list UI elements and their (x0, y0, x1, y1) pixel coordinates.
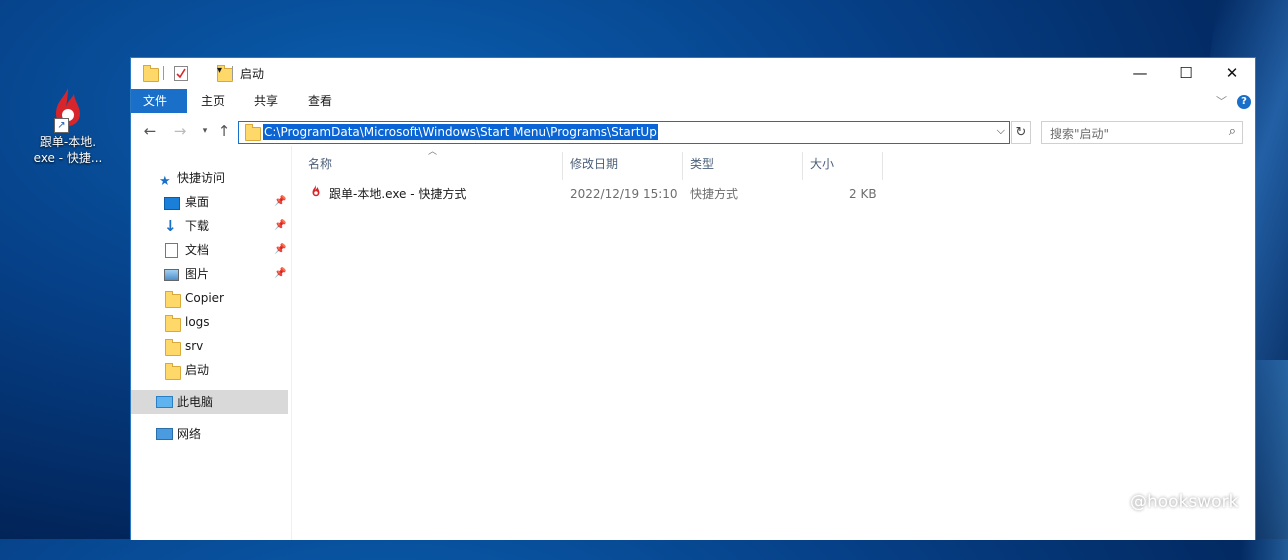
help-icon[interactable]: ? (1237, 95, 1251, 109)
column-modified[interactable]: 修改日期 (563, 152, 683, 180)
nav-item-copier[interactable]: Copier (131, 286, 288, 310)
computer-icon (156, 396, 173, 408)
address-path[interactable]: C:\ProgramData\Microsoft\Windows\Start M… (263, 124, 658, 140)
picture-icon (164, 269, 179, 281)
document-icon (165, 243, 178, 258)
desktop-shortcut[interactable]: ↗ 跟单-本地. exe - 快捷... (28, 84, 108, 166)
nav-label: Copier (185, 291, 224, 305)
search-input[interactable]: 搜索"启动" ⌕ (1041, 121, 1243, 144)
recent-locations-chevron-icon[interactable]: ▾ (196, 126, 214, 136)
address-bar[interactable]: C:\ProgramData\Microsoft\Windows\Start M… (238, 121, 1010, 144)
tab-home[interactable]: 主页 (189, 89, 237, 113)
refresh-icon[interactable]: ↻ (1011, 121, 1031, 144)
pane-divider[interactable] (291, 146, 292, 540)
folder-icon (143, 65, 159, 82)
separator (232, 66, 233, 80)
up-arrow-icon[interactable]: ↑ (215, 122, 233, 140)
star-icon: ★ (159, 174, 171, 189)
tab-share[interactable]: 共享 (242, 89, 290, 113)
nav-label: 此电脑 (177, 395, 214, 409)
pin-icon[interactable]: 📌 (274, 238, 286, 262)
column-name[interactable]: 名称 (301, 152, 563, 180)
folder-icon (165, 315, 181, 332)
nav-label: 下载 (185, 219, 210, 233)
nav-item-srv[interactable]: srv (131, 334, 288, 358)
nav-label: 图片 (185, 267, 210, 281)
address-dropdown-chevron-icon[interactable]: ⌵ (997, 124, 1005, 138)
folder-icon (245, 124, 261, 141)
desktop-shortcut-label-1: 跟单-本地. (39, 135, 97, 149)
separator (163, 66, 164, 80)
nav-quick-access[interactable]: ★ 快捷访问 (131, 166, 288, 190)
file-name: 跟单-本地.exe - 快捷方式 (329, 187, 467, 201)
nav-item-documents[interactable]: 文档 📌 (131, 238, 288, 262)
shortcut-arrow-icon: ↗ (54, 118, 69, 133)
properties-icon[interactable] (174, 66, 188, 81)
tab-view[interactable]: 查看 (296, 89, 344, 113)
folder-icon (165, 363, 181, 380)
nav-item-downloads[interactable]: ↓ 下载 📌 (131, 214, 288, 238)
pin-icon[interactable]: 📌 (274, 214, 286, 238)
nav-item-startup[interactable]: 启动 (131, 358, 288, 382)
nav-network[interactable]: 网络 (131, 422, 288, 446)
nav-label: 文档 (185, 243, 210, 257)
pin-icon[interactable]: 📌 (274, 262, 286, 286)
column-size[interactable]: 大小 (803, 152, 883, 180)
tab-file[interactable]: 文件 (131, 89, 187, 113)
app-logo-icon: ↗ (44, 84, 92, 133)
shortcut-file-icon (309, 183, 323, 197)
nav-label: 快捷访问 (177, 171, 226, 185)
nav-item-logs[interactable]: logs (131, 310, 288, 334)
folder-icon (165, 339, 181, 356)
search-placeholder: 搜索"启动" (1050, 127, 1110, 141)
expand-ribbon-icon[interactable]: ﹀ (1216, 93, 1227, 109)
nav-label: logs (185, 315, 210, 329)
nav-label: srv (185, 339, 204, 353)
search-icon[interactable]: ⌕ (1229, 124, 1236, 139)
explorer-window: ▾ 启动 — ☐ ✕ 文件 主页 共享 查看 ﹀ ? ← → ▾ ↑ C:\Pr… (130, 57, 1256, 540)
nav-label: 网络 (177, 427, 202, 441)
nav-label: 桌面 (185, 195, 210, 209)
window-title: 启动 (240, 67, 265, 81)
desktop-icon (164, 197, 180, 210)
file-row[interactable]: 跟单-本地.exe - 快捷方式 2022/12/19 15:10 快捷方式 2… (301, 183, 883, 205)
folder-icon (165, 291, 181, 308)
desktop-shortcut-label-2: exe - 快捷... (33, 151, 103, 165)
customize-toolbar-chevron-icon[interactable]: ▾ (217, 65, 222, 83)
nav-label: 启动 (185, 363, 210, 377)
download-icon: ↓ (164, 217, 177, 235)
title-bar: ▾ 启动 — ☐ ✕ (131, 58, 1255, 88)
navigation-bar: ← → ▾ ↑ C:\ProgramData\Microsoft\Windows… (131, 118, 1255, 146)
file-size: 2 KB (849, 187, 877, 201)
network-icon (156, 428, 173, 440)
nav-item-desktop[interactable]: 桌面 📌 (131, 190, 288, 214)
navigation-pane: ★ 快捷访问 桌面 📌 ↓ 下载 📌 文档 📌 图片 📌 Copier logs… (131, 158, 291, 540)
column-type[interactable]: 类型 (683, 152, 803, 180)
nav-item-pictures[interactable]: 图片 📌 (131, 262, 288, 286)
nav-this-pc[interactable]: 此电脑 (131, 390, 288, 414)
pin-icon[interactable]: 📌 (274, 190, 286, 214)
file-type: 快捷方式 (690, 187, 739, 201)
minimize-button[interactable]: — (1117, 58, 1163, 88)
file-modified: 2022/12/19 15:10 (570, 187, 678, 201)
close-button[interactable]: ✕ (1209, 58, 1255, 88)
maximize-button[interactable]: ☐ (1163, 58, 1209, 88)
watermark: @hookswork (1130, 492, 1239, 512)
back-arrow-icon[interactable]: ← (141, 122, 159, 140)
forward-arrow-icon[interactable]: → (171, 122, 189, 140)
ribbon-tabs: 文件 主页 共享 查看 ﹀ ? (131, 89, 1255, 113)
